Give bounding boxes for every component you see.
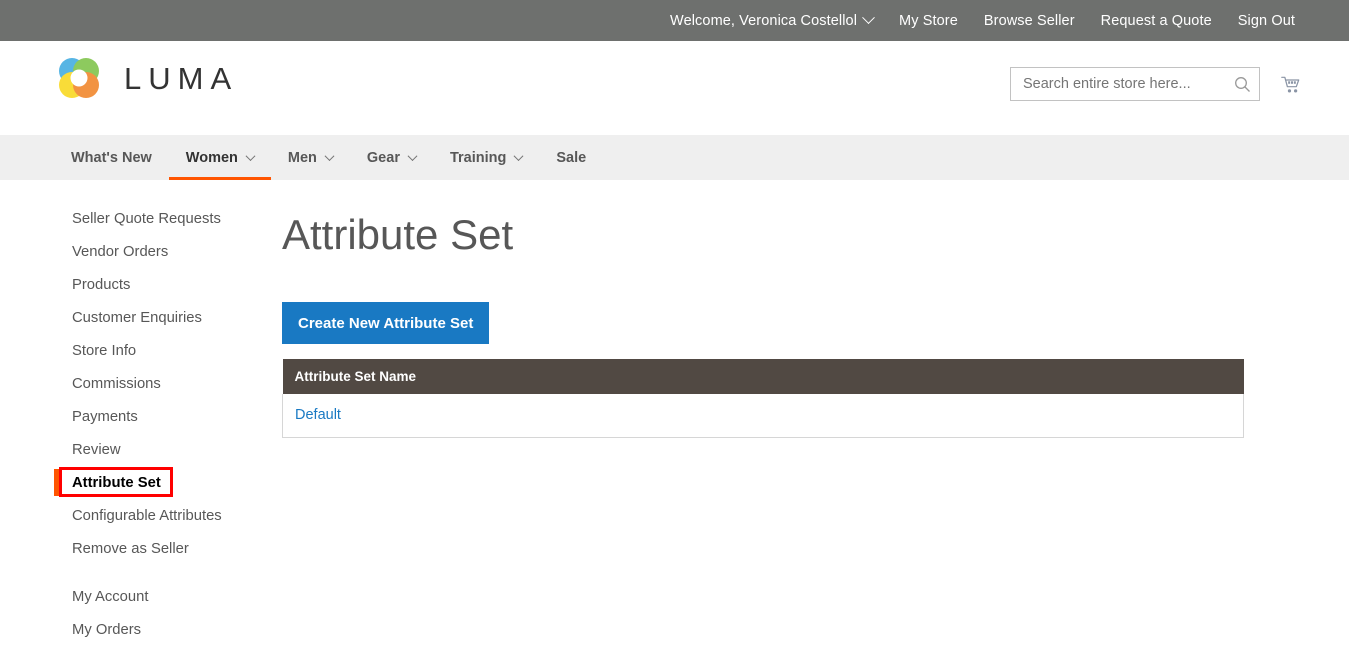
chevron-down-icon: [862, 11, 875, 25]
table-header-row: Attribute Set Name: [282, 359, 1244, 394]
sidebar-item-label: My Account: [72, 588, 149, 605]
page-title: Attribute Set: [282, 211, 514, 258]
sidebar-item-label: Commissions: [72, 375, 161, 392]
search-input[interactable]: [1011, 68, 1225, 100]
sidebar-item-label: Seller Quote Requests: [72, 210, 221, 227]
nav-item-sale[interactable]: Sale: [539, 135, 603, 180]
top-panel-link-label: Browse Seller: [983, 12, 1075, 29]
nav-item-label: Women: [185, 149, 238, 166]
sidebar-item-label: My Orders: [72, 621, 142, 638]
main-navigation: What's New Women Men Gear Training Sale: [0, 135, 1349, 180]
nav-item-training[interactable]: Training: [433, 135, 539, 180]
sidebar-item-store-info[interactable]: Store Info: [54, 334, 282, 367]
top-panel-link-label: My Store: [899, 12, 958, 29]
logo[interactable]: LUMA: [54, 54, 238, 104]
table-body: Default: [282, 394, 1244, 438]
table-row: Default: [282, 394, 1244, 438]
top-panel-link-label: Request a Quote: [1100, 12, 1212, 29]
welcome-user-menu[interactable]: Welcome, Veronica Costellol: [670, 11, 875, 29]
sidebar-item-my-account[interactable]: My Account: [54, 580, 282, 613]
table-head: Attribute Set Name: [282, 359, 1244, 394]
create-new-attribute-set-button[interactable]: Create New Attribute Set: [282, 302, 490, 344]
chevron-down-icon: [513, 151, 524, 162]
shopping-cart-icon[interactable]: [1275, 69, 1307, 101]
sidebar-navigation: Seller Quote Requests Vendor Orders Produc…: [0, 202, 282, 657]
sidebar-item-customer-enquiries[interactable]: Customer Enquiries: [54, 301, 282, 334]
nav-item-label: Gear: [366, 149, 400, 166]
logo-text: LUMA: [124, 61, 239, 96]
sidebar-item-label: Review: [72, 441, 121, 458]
attribute-set-table: Attribute Set Name Default: [282, 359, 1244, 438]
sidebar-item-label: Payments: [72, 408, 138, 425]
sidebar-item-label: Products: [72, 276, 131, 293]
sidebar-item-products[interactable]: Products: [54, 268, 282, 301]
top-panel: Welcome, Veronica Costellol My Store Brows…: [0, 0, 1349, 41]
sidebar-item-my-orders[interactable]: My Orders: [54, 613, 282, 646]
browse-seller-link[interactable]: Browse Seller: [984, 13, 1075, 29]
search-box[interactable]: [1010, 67, 1260, 101]
sidebar-item-review[interactable]: Review: [54, 433, 282, 466]
sidebar-item-seller-quote-requests[interactable]: Seller Quote Requests: [54, 202, 282, 235]
sidebar-item-commissions[interactable]: Commissions: [54, 367, 282, 400]
sign-out-link[interactable]: Sign Out: [1238, 13, 1295, 29]
attribute-set-link[interactable]: Default: [295, 407, 341, 423]
my-store-link[interactable]: My Store: [899, 13, 958, 29]
page-body: Seller Quote Requests Vendor Orders Produc…: [0, 180, 1349, 657]
sidebar-item-remove-as-seller[interactable]: Remove as Seller: [54, 532, 282, 565]
sidebar-item-label: Store Info: [72, 342, 137, 359]
top-panel-link-label: Welcome, Veronica Costellol: [670, 12, 858, 29]
sidebar-item-label: Customer Enquiries: [72, 309, 202, 326]
luma-flower-logo-icon: [54, 54, 104, 104]
nav-item-label: Training: [449, 149, 507, 166]
sidebar-item-configurable-attributes[interactable]: Configurable Attributes: [54, 499, 282, 532]
sidebar-item-label: Vendor Orders: [72, 243, 169, 260]
cell-attribute-set-name: Default: [282, 394, 1244, 438]
nav-item-men[interactable]: Men: [271, 135, 350, 180]
sidebar-item-vendor-orders[interactable]: Vendor Orders: [54, 235, 282, 268]
nav-item-label: What's New: [71, 149, 152, 166]
chevron-down-icon: [324, 151, 335, 162]
active-item-marker: [54, 469, 59, 496]
search-icon[interactable]: [1225, 68, 1259, 100]
sidebar-item-attribute-set[interactable]: Attribute Set: [54, 466, 282, 499]
main-content: Attribute Set Create New Attribute Set A…: [282, 202, 1349, 657]
request-a-quote-link[interactable]: Request a Quote: [1101, 13, 1212, 29]
nav-item-whats-new[interactable]: What's New: [54, 135, 169, 180]
chevron-down-icon: [245, 151, 256, 162]
sidebar-item-label: Attribute Set: [72, 474, 161, 491]
site-header: LUMA: [0, 41, 1349, 135]
sidebar-item-label: Configurable Attributes: [72, 507, 222, 524]
sidebar-item-payments[interactable]: Payments: [54, 400, 282, 433]
top-panel-link-label: Sign Out: [1237, 12, 1295, 29]
column-header-attribute-set-name: Attribute Set Name: [282, 359, 1244, 394]
chevron-down-icon: [407, 151, 418, 162]
sidebar-item-label: Remove as Seller: [72, 540, 189, 557]
nav-item-gear[interactable]: Gear: [350, 135, 433, 180]
nav-item-label: Sale: [556, 149, 587, 166]
nav-item-label: Men: [287, 149, 317, 166]
nav-item-women[interactable]: Women: [168, 135, 272, 180]
